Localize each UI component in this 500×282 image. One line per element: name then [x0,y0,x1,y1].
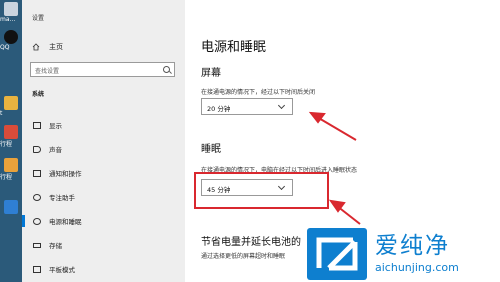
watermark-logo [307,228,367,280]
logo-icon [316,237,358,271]
watermark-url: aichunjing.com [375,261,459,274]
watermark: 爱纯净 aichunjing.com [305,222,500,282]
red-arrow-shaft [316,116,357,141]
watermark-title: 爱纯净 [375,233,450,259]
screen: ma... QQ t 行程 行程 设置 主页 查找设置 系统 显示 声音 通知和… [0,0,500,282]
